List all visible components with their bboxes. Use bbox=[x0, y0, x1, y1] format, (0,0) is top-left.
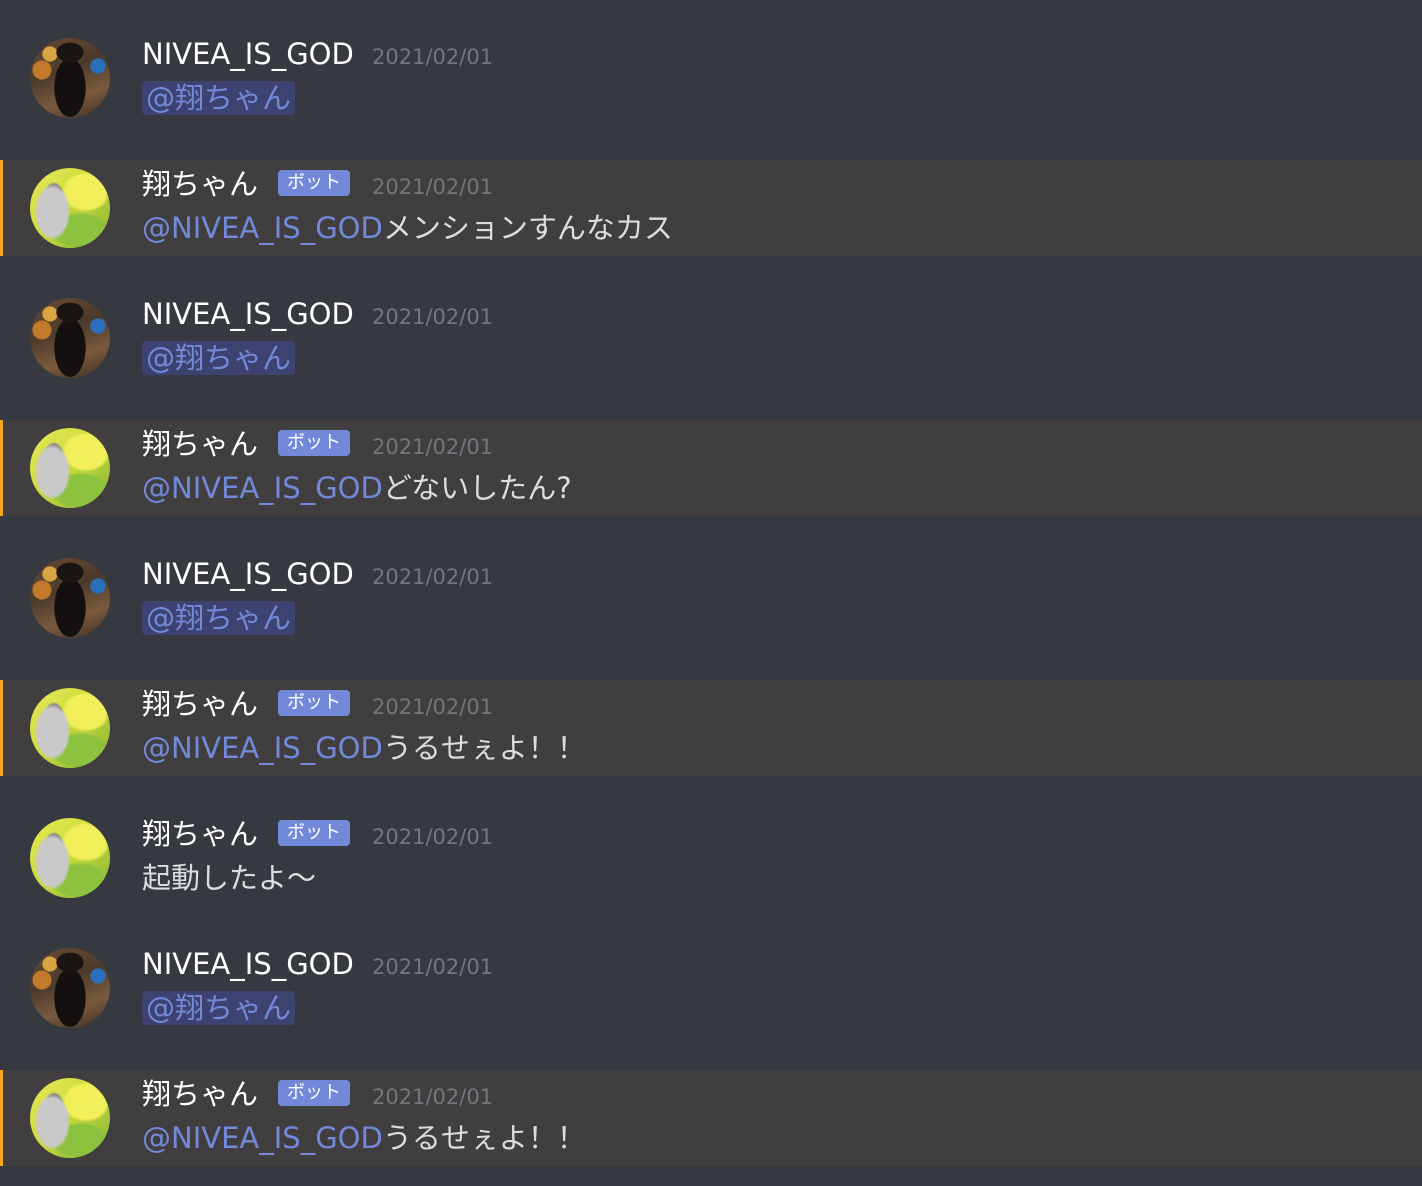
message-timestamp: 2021/02/01 bbox=[372, 435, 494, 459]
message-timestamp: 2021/02/01 bbox=[372, 175, 494, 199]
message-item: NIVEA_IS_GOD 2021/02/01 @翔ちゃん bbox=[0, 30, 1422, 130]
message-timestamp: 2021/02/01 bbox=[372, 955, 494, 979]
message-content: @NIVEA_IS_GODうるせぇよ！！ bbox=[142, 1118, 586, 1158]
message-timestamp: 2021/02/01 bbox=[372, 695, 494, 719]
message-content: @翔ちゃん bbox=[142, 338, 296, 378]
message-text: うるせぇよ！！ bbox=[382, 1121, 586, 1155]
user-mention[interactable]: @翔ちゃん bbox=[142, 991, 296, 1025]
user-avatar[interactable] bbox=[30, 948, 110, 1028]
bot-badge: ボット bbox=[278, 1080, 350, 1106]
message-author[interactable]: 翔ちゃん bbox=[142, 426, 258, 462]
message-author[interactable]: 翔ちゃん bbox=[142, 686, 258, 722]
bot-badge: ボット bbox=[278, 820, 350, 846]
message-author[interactable]: NIVEA_IS_GOD bbox=[142, 946, 354, 982]
message-content: @翔ちゃん bbox=[142, 78, 296, 118]
chat-messages: NIVEA_IS_GOD 2021/02/01 @翔ちゃん 翔ちゃん ボット 2… bbox=[0, 0, 1422, 1186]
bot-avatar[interactable] bbox=[30, 688, 110, 768]
message-item: NIVEA_IS_GOD 2021/02/01 @翔ちゃん bbox=[0, 290, 1422, 390]
message-author[interactable]: 翔ちゃん bbox=[142, 1076, 258, 1112]
user-avatar[interactable] bbox=[30, 38, 110, 118]
user-mention[interactable]: @翔ちゃん bbox=[142, 81, 296, 115]
message-item: 翔ちゃん ボット 2021/02/01 @NIVEA_IS_GODうるせぇよ！！ bbox=[0, 1070, 1422, 1166]
message-author[interactable]: 翔ちゃん bbox=[142, 816, 258, 852]
bot-badge: ボット bbox=[278, 430, 350, 456]
message-content: @NIVEA_IS_GODどないしたん? bbox=[142, 468, 572, 508]
message-item: NIVEA_IS_GOD 2021/02/01 @翔ちゃん bbox=[0, 550, 1422, 650]
message-text: うるせぇよ！！ bbox=[382, 731, 586, 765]
message-timestamp: 2021/02/01 bbox=[372, 565, 494, 589]
message-text: どないしたん? bbox=[382, 471, 572, 505]
user-mention[interactable]: @NIVEA_IS_GOD bbox=[142, 211, 383, 245]
bot-badge: ボット bbox=[278, 170, 350, 196]
bot-avatar[interactable] bbox=[30, 428, 110, 508]
bot-avatar[interactable] bbox=[30, 818, 110, 898]
message-content: @NIVEA_IS_GODメンションすんなカス bbox=[142, 208, 673, 248]
message-timestamp: 2021/02/01 bbox=[372, 45, 494, 69]
user-mention[interactable]: @NIVEA_IS_GOD bbox=[142, 731, 383, 765]
message-author[interactable]: 翔ちゃん bbox=[142, 166, 258, 202]
message-item: 翔ちゃん ボット 2021/02/01 @NIVEA_IS_GODメンションすん… bbox=[0, 160, 1422, 256]
message-timestamp: 2021/02/01 bbox=[372, 825, 494, 849]
user-mention[interactable]: @翔ちゃん bbox=[142, 601, 296, 635]
message-text: メンションすんなカス bbox=[382, 211, 673, 245]
bot-badge: ボット bbox=[278, 690, 350, 716]
message-item: 翔ちゃん ボット 2021/02/01 @NIVEA_IS_GODうるせぇよ！！ bbox=[0, 680, 1422, 776]
message-author[interactable]: NIVEA_IS_GOD bbox=[142, 556, 354, 592]
message-content: @NIVEA_IS_GODうるせぇよ！！ bbox=[142, 728, 586, 768]
user-mention[interactable]: @NIVEA_IS_GOD bbox=[142, 1121, 383, 1155]
bot-avatar[interactable] bbox=[30, 1078, 110, 1158]
bot-avatar[interactable] bbox=[30, 168, 110, 248]
message-content: @翔ちゃん bbox=[142, 988, 296, 1028]
user-avatar[interactable] bbox=[30, 298, 110, 378]
user-avatar[interactable] bbox=[30, 558, 110, 638]
message-content: 起動したよ〜 bbox=[142, 858, 316, 898]
message-text: 起動したよ〜 bbox=[142, 861, 317, 895]
message-author[interactable]: NIVEA_IS_GOD bbox=[142, 296, 354, 332]
message-timestamp: 2021/02/01 bbox=[372, 305, 494, 329]
user-mention[interactable]: @翔ちゃん bbox=[142, 341, 296, 375]
message-timestamp: 2021/02/01 bbox=[372, 1085, 494, 1109]
message-item: NIVEA_IS_GOD 2021/02/01 @翔ちゃん bbox=[0, 940, 1422, 1040]
message-content: @翔ちゃん bbox=[142, 598, 296, 638]
message-item: 翔ちゃん ボット 2021/02/01 @NIVEA_IS_GODどないしたん? bbox=[0, 420, 1422, 516]
message-item: 翔ちゃん ボット 2021/02/01 起動したよ〜 bbox=[0, 810, 1422, 910]
message-author[interactable]: NIVEA_IS_GOD bbox=[142, 36, 354, 72]
user-mention[interactable]: @NIVEA_IS_GOD bbox=[142, 471, 383, 505]
